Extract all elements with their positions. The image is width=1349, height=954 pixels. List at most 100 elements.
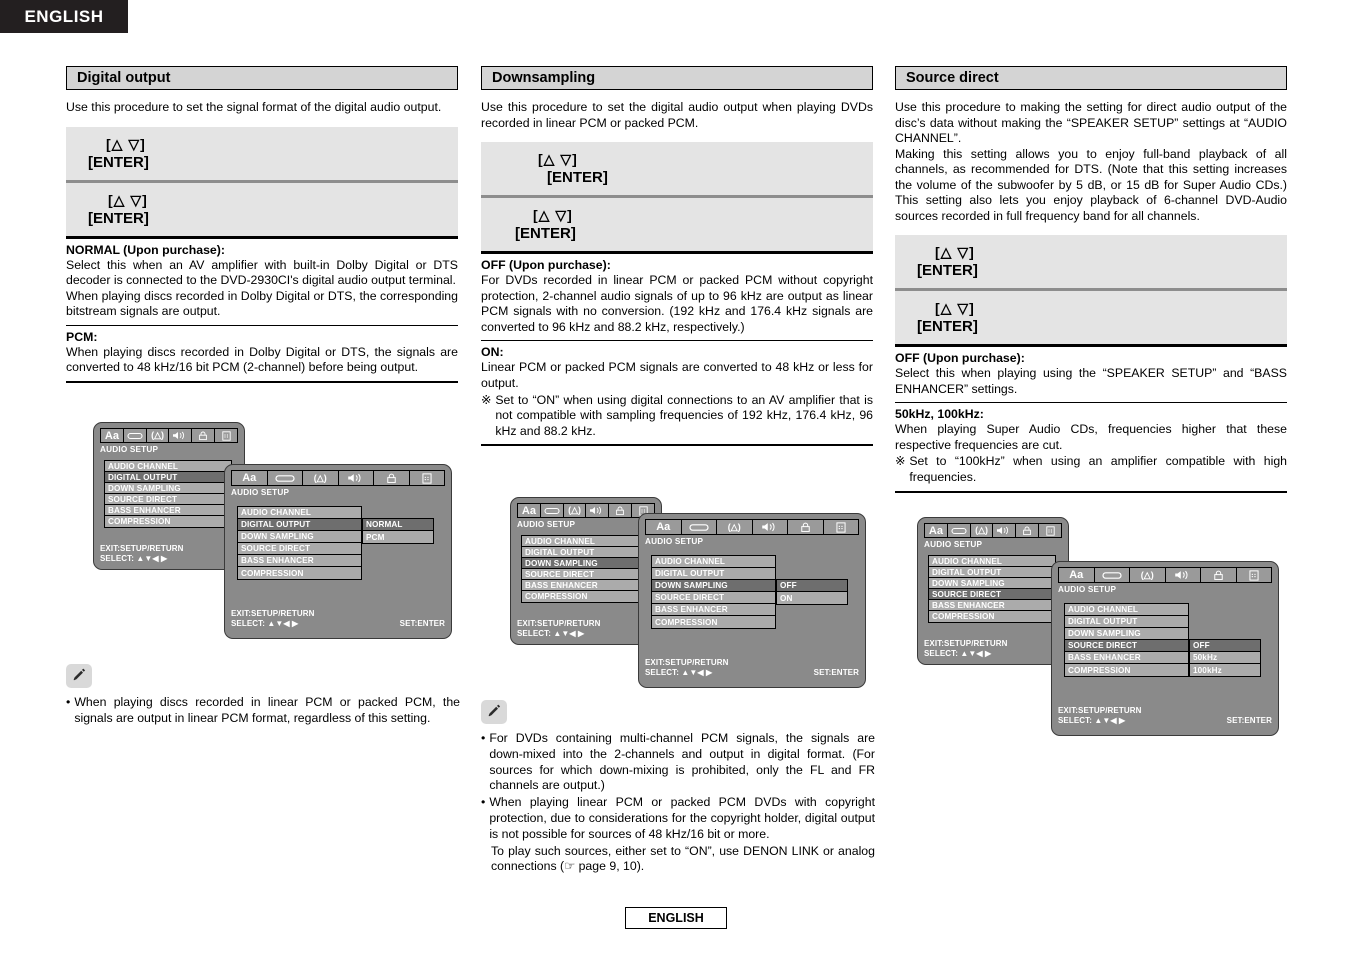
osd-menu-item[interactable]: SOURCE DIRECT bbox=[929, 589, 1055, 600]
osd-title: AUDIO SETUP bbox=[517, 519, 576, 529]
osd-screen-downsampling-front: Aa (△) AUDIO SETUP AUDIO CHANNEL DIGITAL… bbox=[638, 513, 866, 688]
osd-menu-item[interactable]: BASS ENHANCER bbox=[652, 604, 775, 616]
lock-icon[interactable] bbox=[374, 471, 410, 485]
aa-icon[interactable]: Aa bbox=[1059, 568, 1095, 582]
key-instruction-1: [△ ▽] [ENTER] bbox=[895, 235, 1287, 288]
remote-icon[interactable] bbox=[824, 520, 859, 534]
person-icon[interactable]: (△) bbox=[971, 524, 994, 537]
key-group-bottom-rule bbox=[895, 344, 1287, 347]
disc-icon[interactable] bbox=[268, 471, 303, 485]
lock-icon[interactable] bbox=[1016, 524, 1040, 537]
lock-icon[interactable] bbox=[609, 504, 633, 517]
osd-menu-item[interactable]: AUDIO CHANNEL bbox=[105, 461, 231, 472]
osd-menu-item[interactable]: DIGITAL OUTPUT bbox=[929, 567, 1055, 578]
disc-icon[interactable] bbox=[682, 520, 717, 534]
osd-menu-item[interactable]: COMPRESSION bbox=[1065, 664, 1188, 676]
osd-menu-item[interactable]: DIGITAL OUTPUT bbox=[652, 568, 775, 580]
section-title: Downsampling bbox=[492, 70, 596, 86]
osd-menu-item[interactable]: COMPRESSION bbox=[522, 591, 648, 602]
aa-icon[interactable]: Aa bbox=[518, 504, 541, 517]
speaker-icon[interactable] bbox=[338, 471, 374, 485]
osd-menu: AUDIO CHANNEL DIGITAL OUTPUT DOWN SAMPLI… bbox=[1064, 603, 1189, 677]
osd-value-option[interactable]: ON bbox=[777, 592, 847, 604]
speaker-icon[interactable] bbox=[752, 520, 788, 534]
disc-icon[interactable] bbox=[124, 429, 147, 442]
remote-icon[interactable] bbox=[1039, 524, 1061, 537]
osd-menu-item[interactable]: AUDIO CHANNEL bbox=[522, 536, 648, 547]
osd-menu-item[interactable]: COMPRESSION bbox=[652, 616, 775, 628]
osd-menu-item[interactable]: DOWN SAMPLING bbox=[929, 578, 1055, 589]
osd-menu-item[interactable]: DOWN SAMPLING bbox=[238, 531, 361, 543]
osd-menu-item[interactable]: DOWN SAMPLING bbox=[652, 580, 775, 592]
osd-menu-item[interactable]: SOURCE DIRECT bbox=[1065, 640, 1188, 652]
remote-icon[interactable] bbox=[1237, 568, 1272, 582]
lock-icon[interactable] bbox=[1201, 568, 1237, 582]
disc-icon[interactable] bbox=[948, 524, 971, 537]
remote-icon[interactable] bbox=[215, 429, 237, 442]
osd-value-option[interactable]: 100kHz bbox=[1190, 664, 1260, 676]
osd-value-list: NORMAL PCM bbox=[362, 518, 434, 544]
osd-menu-item[interactable]: DOWN SAMPLING bbox=[1065, 628, 1188, 640]
osd-menu-item[interactable]: BASS ENHANCER bbox=[105, 505, 231, 516]
lock-icon[interactable] bbox=[788, 520, 824, 534]
osd-menu-item[interactable]: BASS ENHANCER bbox=[238, 555, 361, 567]
disc-icon[interactable] bbox=[1095, 568, 1130, 582]
osd-menu-item[interactable]: SOURCE DIRECT bbox=[522, 569, 648, 580]
osd-menu-item[interactable]: DIGITAL OUTPUT bbox=[522, 547, 648, 558]
arrow-keys-label: [△ ▽] bbox=[108, 191, 148, 208]
osd-menu-item[interactable]: AUDIO CHANNEL bbox=[1065, 604, 1188, 616]
person-icon[interactable]: (△) bbox=[564, 504, 587, 517]
note-downsampling: • For DVDs containing multi-channel PCM … bbox=[481, 700, 875, 875]
osd-menu-item[interactable]: SOURCE DIRECT bbox=[105, 494, 231, 505]
osd-menu: AUDIO CHANNEL DIGITAL OUTPUT DOWN SAMPLI… bbox=[104, 460, 232, 528]
osd-menu-item[interactable]: BASS ENHANCER bbox=[522, 580, 648, 591]
speaker-icon[interactable] bbox=[1165, 568, 1201, 582]
lock-icon[interactable] bbox=[192, 429, 216, 442]
osd-menu-item[interactable]: COMPRESSION bbox=[105, 516, 231, 527]
reference-mark-icon: ※ bbox=[895, 454, 906, 469]
osd-menu-item[interactable]: DOWN SAMPLING bbox=[522, 558, 648, 569]
osd-menu-item[interactable]: BASS ENHANCER bbox=[1065, 652, 1188, 664]
speaker-icon[interactable] bbox=[993, 524, 1017, 537]
section-title: Source direct bbox=[906, 70, 999, 86]
osd-menu-item[interactable]: BASS ENHANCER bbox=[929, 600, 1055, 611]
remote-icon[interactable] bbox=[410, 471, 445, 485]
osd-value-option[interactable]: 50kHz bbox=[1190, 652, 1260, 664]
speaker-icon[interactable] bbox=[586, 504, 610, 517]
osd-select-hint: SELECT: ▲▼◀ ▶ bbox=[517, 629, 585, 638]
aa-icon[interactable]: Aa bbox=[925, 524, 948, 537]
osd-select-hint: SELECT: ▲▼◀ ▶ bbox=[924, 649, 992, 658]
osd-footer: EXIT:SETUP/RETURN SELECT: ▲▼◀ ▶ SET:ENTE… bbox=[231, 609, 445, 628]
osd-menu-item[interactable]: COMPRESSION bbox=[238, 567, 361, 579]
disc-icon[interactable] bbox=[541, 504, 564, 517]
osd-menu-item[interactable]: AUDIO CHANNEL bbox=[652, 556, 775, 568]
osd-value-option[interactable]: NORMAL bbox=[363, 519, 433, 531]
section-title: Digital output bbox=[77, 70, 171, 86]
person-icon[interactable]: (△) bbox=[1130, 568, 1166, 582]
osd-menu-item[interactable]: SOURCE DIRECT bbox=[652, 592, 775, 604]
osd-menu-item[interactable]: SOURCE DIRECT bbox=[238, 543, 361, 555]
option-on: ON: Linear PCM or packed PCM signals are… bbox=[481, 345, 873, 439]
aa-icon[interactable]: Aa bbox=[646, 520, 682, 534]
osd-value-option[interactable]: OFF bbox=[777, 580, 847, 592]
arrow-keys-label: [△ ▽] bbox=[106, 135, 146, 152]
key-instruction-2: [△ ▽] [ENTER] bbox=[66, 182, 458, 236]
osd-menu-item[interactable]: DOWN SAMPLING bbox=[105, 483, 231, 494]
person-icon[interactable]: (△) bbox=[717, 520, 753, 534]
person-icon[interactable]: (△) bbox=[147, 429, 170, 442]
osd-value-option[interactable]: PCM bbox=[363, 531, 433, 543]
option-body: Linear PCM or packed PCM signals are con… bbox=[481, 360, 873, 390]
osd-menu-item[interactable]: DIGITAL OUTPUT bbox=[238, 519, 361, 531]
option-off: OFF (Upon purchase): For DVDs recorded i… bbox=[481, 258, 873, 335]
speaker-icon[interactable] bbox=[169, 429, 193, 442]
osd-menu-item[interactable]: AUDIO CHANNEL bbox=[929, 556, 1055, 567]
osd-menu-item[interactable]: DIGITAL OUTPUT bbox=[1065, 616, 1188, 628]
person-icon[interactable]: (△) bbox=[303, 471, 339, 485]
aa-icon[interactable]: Aa bbox=[101, 429, 124, 442]
aa-icon[interactable]: Aa bbox=[232, 471, 268, 485]
section-header-source-direct: Source direct bbox=[895, 66, 1287, 90]
osd-menu-item[interactable]: COMPRESSION bbox=[929, 611, 1055, 622]
osd-menu-item[interactable]: DIGITAL OUTPUT bbox=[105, 472, 231, 483]
osd-value-option[interactable]: OFF bbox=[1190, 640, 1260, 652]
osd-menu-item[interactable]: AUDIO CHANNEL bbox=[238, 507, 361, 519]
